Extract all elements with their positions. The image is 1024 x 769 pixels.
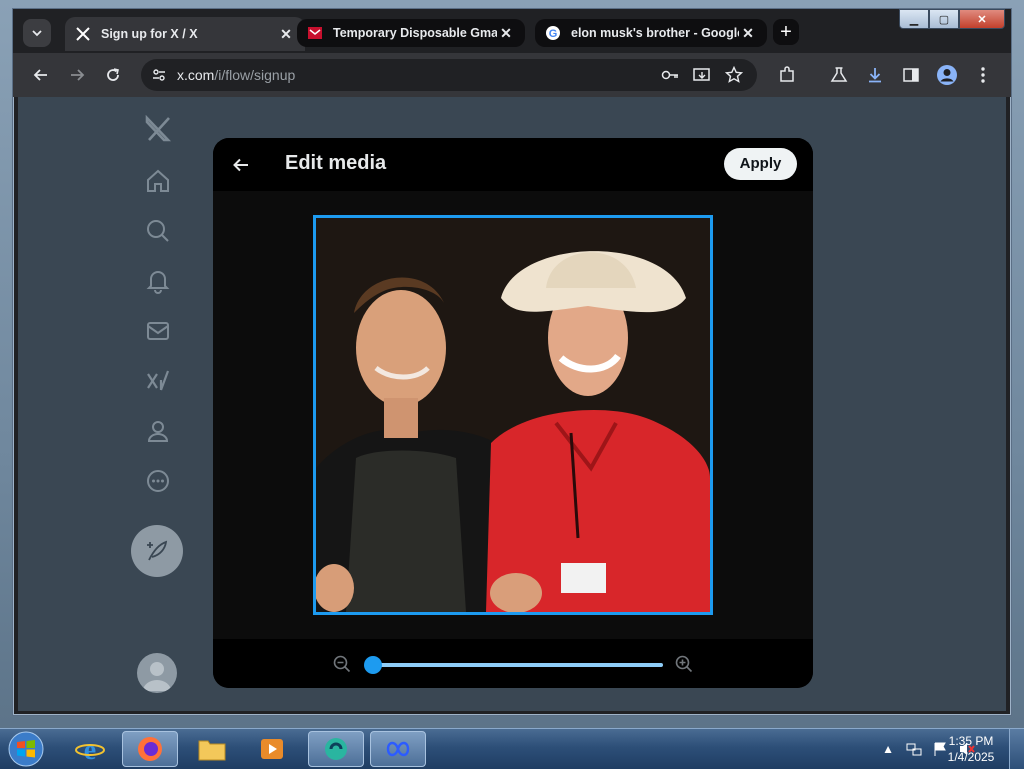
dialog-title: Edit media <box>285 152 387 174</box>
tab-search-button[interactable] <box>23 19 51 47</box>
compose-post-icon <box>147 540 168 561</box>
show-hidden-icons-icon[interactable]: ▲ <box>882 742 894 756</box>
downloads-button[interactable] <box>861 61 889 89</box>
tab-temp-mail[interactable]: Temporary Disposable Gmail | ✕ <box>297 19 525 47</box>
reload-icon <box>107 68 119 81</box>
search-icon[interactable] <box>134 207 182 255</box>
tab-title: elon musk's brother - Google S <box>571 26 739 40</box>
clock-date: 1/4/2025 <box>947 750 995 764</box>
tab-sign-up-x[interactable]: Sign up for X / X ✕ <box>65 17 305 51</box>
extensions-button[interactable] <box>773 61 801 89</box>
clock-time: 1:35 PM <box>948 734 994 748</box>
forward-button[interactable] <box>63 61 91 89</box>
close-tab-icon[interactable]: ✕ <box>497 25 515 42</box>
firefox-icon[interactable] <box>122 731 178 767</box>
maximize-button[interactable]: ▢ <box>929 9 959 29</box>
internet-explorer-icon[interactable]: e <box>62 731 118 767</box>
browser-window: Sign up for X / X ✕ Temporary Disposable… <box>12 8 1012 716</box>
media-crop-area <box>213 191 813 639</box>
puzzle-icon <box>780 66 794 82</box>
x-logo-icon <box>75 26 91 42</box>
media-player-icon[interactable] <box>244 731 300 767</box>
tab-title: Sign up for X / X <box>101 27 198 41</box>
flask-icon <box>830 67 848 82</box>
zoom-out-icon[interactable] <box>333 655 351 673</box>
zoom-slider-thumb[interactable] <box>364 656 382 674</box>
grok-icon[interactable] <box>134 357 182 405</box>
arrow-right-icon <box>71 69 85 81</box>
address-bar[interactable]: x.com/i/flow/signup <box>141 59 757 91</box>
close-tab-icon[interactable]: ✕ <box>277 26 295 43</box>
back-button[interactable] <box>27 61 55 89</box>
edit-media-dialog: Edit media Apply <box>213 138 813 688</box>
site-info-icon[interactable] <box>151 67 167 83</box>
download-icon <box>869 68 881 83</box>
install-app-icon[interactable] <box>693 67 711 83</box>
minimize-button[interactable]: ▁ <box>899 9 929 29</box>
bookmark-star-icon[interactable] <box>725 66 743 84</box>
labs-button[interactable] <box>825 61 853 89</box>
account-icon <box>937 65 957 85</box>
zoom-in-icon[interactable] <box>675 655 693 673</box>
windows-logo-icon <box>8 731 44 767</box>
google-icon: G <box>545 25 561 41</box>
apply-button[interactable]: Apply <box>724 148 797 180</box>
url-path: /i/flow/signup <box>214 67 296 83</box>
url-host: x.com <box>177 67 215 83</box>
x-signup-page: Edit media Apply <box>18 97 1006 711</box>
zoom-slider-track[interactable] <box>373 663 663 667</box>
x-logo-icon[interactable] <box>134 105 182 153</box>
taskbar-clock[interactable]: 1:35 PM 1/4/2025 <box>946 733 996 765</box>
show-desktop-button[interactable] <box>1009 729 1024 769</box>
reload-button[interactable] <box>99 61 127 89</box>
dialog-header: Edit media Apply <box>213 138 813 191</box>
tab-strip: Sign up for X / X ✕ Temporary Disposable… <box>13 9 1011 53</box>
ai-assistant-icon[interactable] <box>308 731 364 767</box>
chrome-window-icon[interactable] <box>370 731 426 767</box>
tab-google-search[interactable]: G elon musk's brother - Google S ✕ <box>535 19 767 47</box>
menu-button[interactable] <box>969 61 997 89</box>
file-explorer-icon[interactable] <box>184 731 240 767</box>
notifications-icon[interactable] <box>134 257 182 305</box>
close-window-button[interactable]: ✕ <box>959 9 1005 29</box>
chevron-down-icon <box>32 30 42 37</box>
browser-toolbar: x.com/i/flow/signup <box>13 53 1011 97</box>
arrow-left-icon <box>33 69 47 81</box>
taskbar: e ▲ 1:35 PM 1/4/2025 <box>0 728 1024 769</box>
svg-text:G: G <box>549 28 558 40</box>
profile-icon[interactable] <box>134 407 182 455</box>
kebab-menu-icon <box>981 67 985 83</box>
zoom-controls <box>213 639 813 688</box>
crop-frame[interactable] <box>313 215 713 615</box>
arrow-left-icon <box>233 158 248 172</box>
avatar[interactable] <box>137 653 177 693</box>
tab-title: Temporary Disposable Gmail | <box>333 26 497 40</box>
more-icon[interactable] <box>134 457 182 505</box>
network-icon[interactable] <box>906 741 922 757</box>
messages-icon[interactable] <box>134 307 182 355</box>
key-icon[interactable] <box>661 67 679 83</box>
profile-button[interactable] <box>933 61 961 89</box>
home-icon[interactable] <box>134 157 182 205</box>
x-sidebar <box>128 97 188 711</box>
new-tab-button[interactable]: + <box>773 19 799 45</box>
close-tab-icon[interactable]: ✕ <box>739 25 757 42</box>
side-panel-icon <box>903 68 919 82</box>
svg-text:e: e <box>84 735 96 764</box>
temp-mail-icon <box>307 25 323 41</box>
back-button[interactable] <box>227 151 255 179</box>
window-controls: ▁ ▢ ✕ <box>899 9 1005 29</box>
side-panel-button[interactable] <box>897 61 925 89</box>
media-photo <box>316 218 710 612</box>
compose-post-button[interactable] <box>131 525 183 577</box>
start-button[interactable] <box>6 731 46 767</box>
